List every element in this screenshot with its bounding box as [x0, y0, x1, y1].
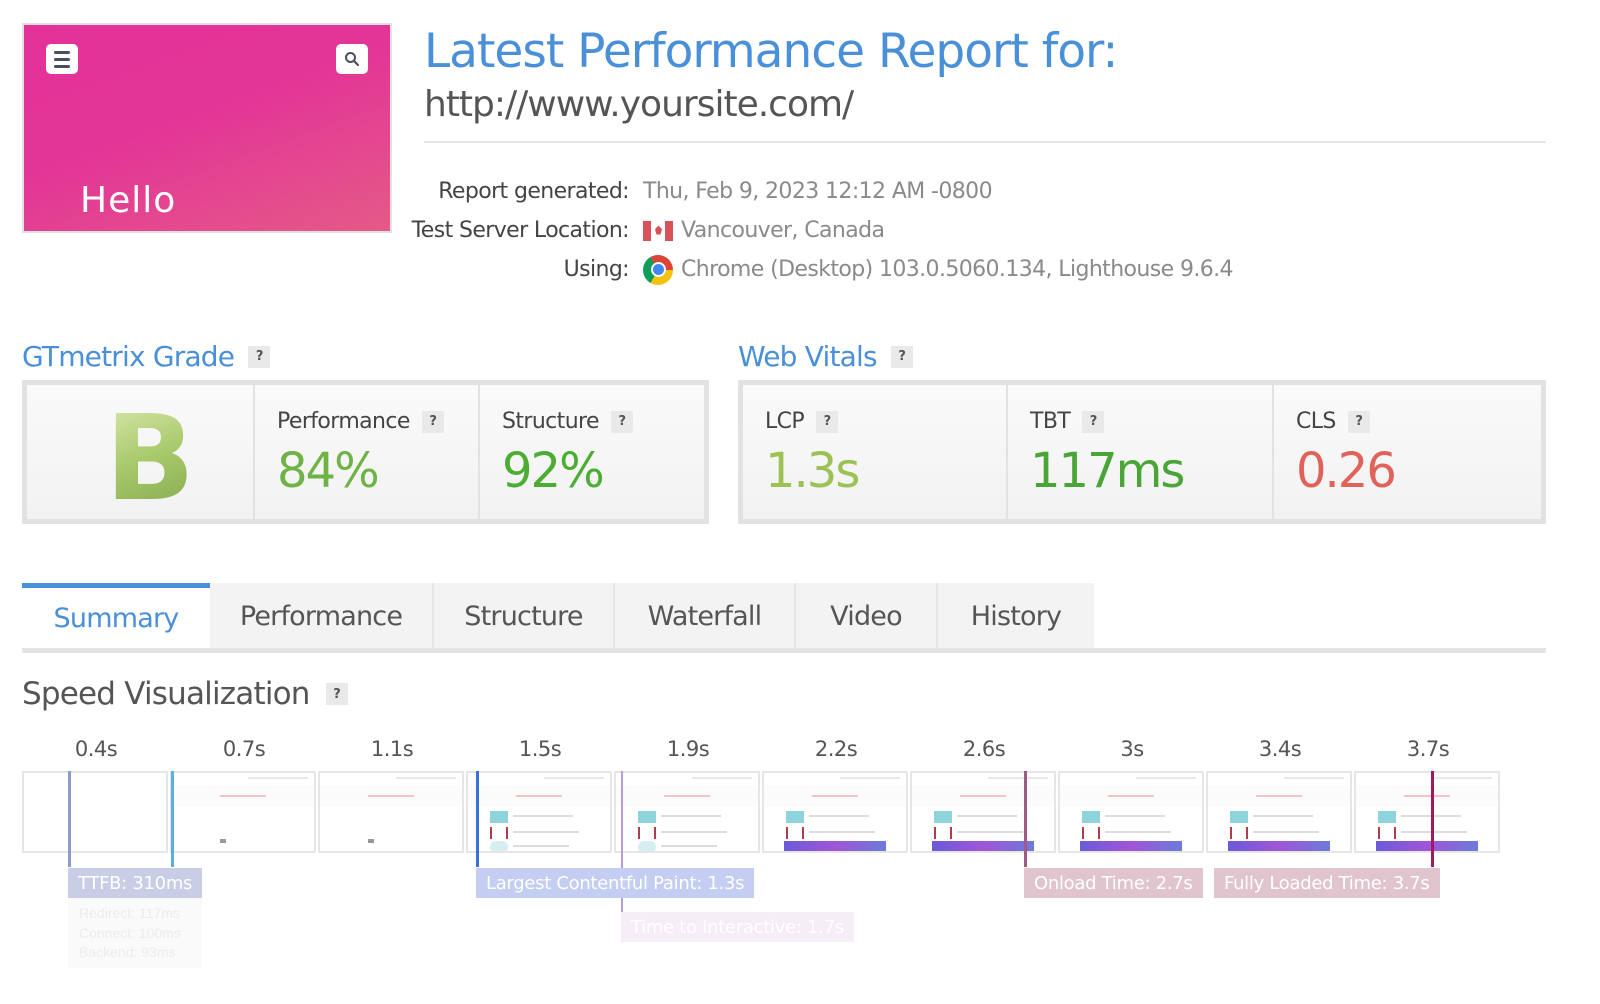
- meta-row-location: Test Server Location: Vancouver, Canada: [400, 211, 1233, 250]
- web-vitals-panel: LCP? 1.3s TBT? 117ms CLS? 0.26: [738, 380, 1546, 524]
- page-title: Latest Performance Report for:: [424, 24, 1117, 79]
- help-icon[interactable]: ?: [326, 683, 348, 705]
- structure-score-cell: Structure? 92%: [480, 385, 704, 519]
- tab-waterfall[interactable]: Waterfall: [615, 583, 796, 649]
- filmstrip-frame[interactable]: [1354, 771, 1500, 853]
- hamburger-menu-icon: [46, 44, 78, 74]
- filmstrip-frame[interactable]: [22, 771, 168, 853]
- frame-time-label: 2.2s: [762, 737, 910, 761]
- frame-time-label: 1.1s: [318, 737, 466, 761]
- tab-summary[interactable]: Summary: [22, 583, 210, 649]
- help-icon[interactable]: ?: [816, 411, 838, 433]
- ttfb-backend: Backend: 93ms: [79, 943, 191, 963]
- lcp-marker-line: [476, 771, 479, 867]
- structure-score: 92%: [502, 443, 603, 499]
- frame-time-label: 3.7s: [1354, 737, 1502, 761]
- meta-label: Report generated:: [400, 179, 643, 204]
- meta-row-generated: Report generated: Thu, Feb 9, 2023 12:12…: [400, 172, 1233, 211]
- ttfb-marker-line: [68, 771, 71, 867]
- lcp-label: LCP: [765, 409, 804, 434]
- filmstrip-frame[interactable]: [1058, 771, 1204, 853]
- tab-history[interactable]: History: [938, 583, 1094, 649]
- speed-visualization-heading: Speed Visualization ?: [22, 676, 348, 712]
- lcp-value: 1.3s: [765, 443, 858, 499]
- frame-time-label: 0.4s: [22, 737, 170, 761]
- onload-marker-label: Onload Time: 2.7s: [1024, 868, 1203, 898]
- tabs-divider: [22, 648, 1546, 653]
- structure-label: Structure: [502, 409, 599, 434]
- meta-label: Using:: [400, 257, 643, 282]
- tab-structure[interactable]: Structure: [434, 583, 615, 649]
- meta-row-browser: Using: Chrome (Desktop) 103.0.5060.134, …: [400, 250, 1233, 289]
- tbt-label: TBT: [1030, 409, 1070, 434]
- ttfb-redirect: Redirect: 117ms: [79, 904, 191, 924]
- help-icon[interactable]: ?: [1082, 411, 1104, 433]
- meta-value: Vancouver, Canada: [681, 218, 884, 243]
- performance-score: 84%: [277, 443, 378, 499]
- grade-letter: B: [105, 389, 195, 527]
- grade-panel: B Performance? 84% Structure? 92%: [22, 380, 709, 524]
- performance-score-cell: Performance? 84%: [255, 385, 480, 519]
- frame-time-label: 1.5s: [466, 737, 614, 761]
- filmstrip-frame[interactable]: [1206, 771, 1352, 853]
- cls-label: CLS: [1296, 409, 1336, 434]
- lcp-marker-label: Largest Contentful Paint: 1.3s: [476, 868, 754, 898]
- report-tabs: Summary Performance Structure Waterfall …: [22, 583, 1094, 649]
- meta-value: Chrome (Desktop) 103.0.5060.134, Lightho…: [681, 257, 1233, 282]
- frame-time-label: 0.7s: [170, 737, 318, 761]
- help-icon[interactable]: ?: [891, 346, 913, 368]
- help-icon[interactable]: ?: [248, 346, 270, 368]
- fcp-marker-line: [171, 771, 174, 867]
- tti-marker-label: Time to Interactive: 1.7s: [621, 912, 854, 942]
- web-vitals-heading: Web Vitals ?: [738, 340, 913, 373]
- filmstrip-frame[interactable]: [170, 771, 316, 853]
- header-divider: [424, 141, 1546, 143]
- onload-marker-line: [1024, 771, 1027, 867]
- tab-video[interactable]: Video: [796, 583, 938, 649]
- search-icon: [336, 44, 368, 74]
- meta-label: Test Server Location:: [400, 218, 643, 243]
- site-screenshot-thumbnail: Hello: [22, 23, 392, 233]
- meta-value: Thu, Feb 9, 2023 12:12 AM -0800: [643, 179, 992, 204]
- chrome-icon: [643, 255, 673, 285]
- help-icon[interactable]: ?: [1348, 411, 1370, 433]
- tbt-cell: TBT? 117ms: [1008, 385, 1274, 519]
- performance-label: Performance: [277, 409, 410, 434]
- hero-text: Hello: [80, 180, 176, 221]
- grade-cell: B: [27, 385, 255, 519]
- frame-time-label: 3.4s: [1206, 737, 1354, 761]
- gtmetrix-grade-heading: GTmetrix Grade ?: [22, 340, 270, 373]
- frame-time-label: 1.9s: [614, 737, 762, 761]
- cls-value: 0.26: [1296, 443, 1395, 499]
- ttfb-connect: Connect: 100ms: [79, 924, 191, 944]
- cls-cell: CLS? 0.26: [1274, 385, 1541, 519]
- filmstrip-frame[interactable]: [318, 771, 464, 853]
- ttfb-breakdown: Redirect: 117ms Connect: 100ms Backend: …: [68, 898, 202, 968]
- ttfb-label: TTFB: 310ms: [68, 868, 202, 898]
- fully-loaded-marker-label: Fully Loaded Time: 3.7s: [1214, 868, 1440, 898]
- filmstrip-frame[interactable]: [910, 771, 1056, 853]
- tab-performance[interactable]: Performance: [210, 583, 434, 649]
- filmstrip-frame[interactable]: [614, 771, 760, 853]
- help-icon[interactable]: ?: [611, 411, 633, 433]
- frame-time-label: 3s: [1058, 737, 1206, 761]
- report-url[interactable]: http://www.yoursite.com/: [424, 84, 853, 125]
- help-icon[interactable]: ?: [422, 411, 444, 433]
- frame-time-label: 2.6s: [910, 737, 1058, 761]
- report-meta: Report generated: Thu, Feb 9, 2023 12:12…: [400, 172, 1233, 289]
- lcp-cell: LCP? 1.3s: [743, 385, 1008, 519]
- tbt-value: 117ms: [1030, 443, 1183, 499]
- fully-loaded-marker-line: [1431, 771, 1434, 867]
- filmstrip-frame[interactable]: [762, 771, 908, 853]
- canada-flag-icon: [643, 221, 673, 241]
- filmstrip-frame[interactable]: [466, 771, 612, 853]
